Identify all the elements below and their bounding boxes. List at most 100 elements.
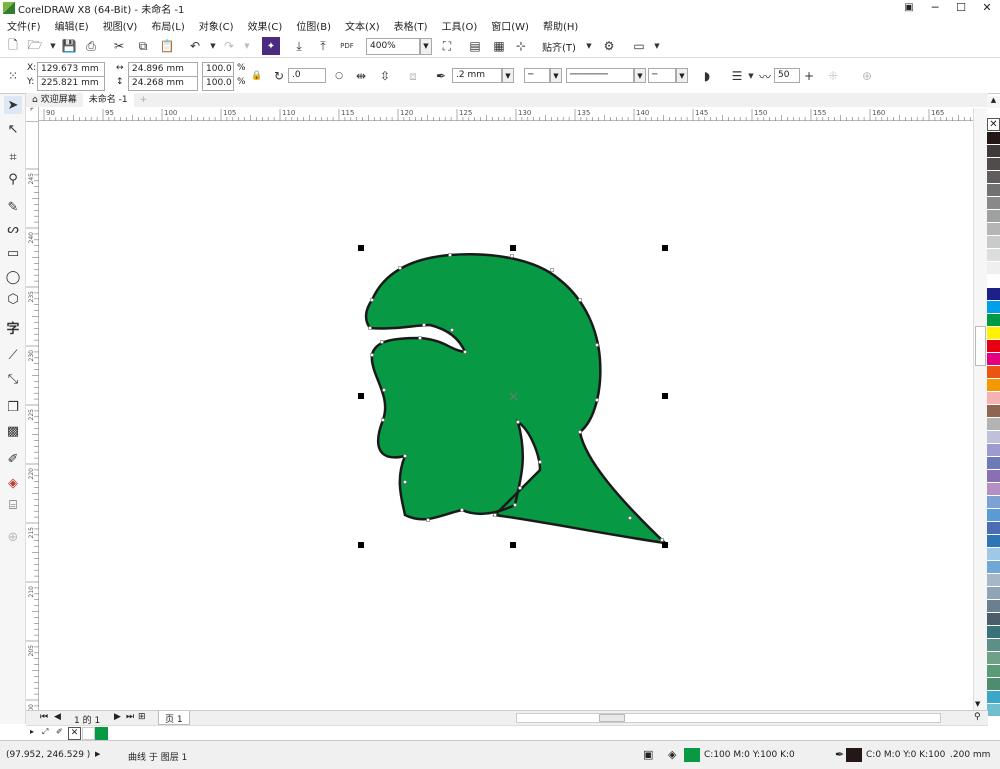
palette-swatch[interactable] — [987, 509, 1000, 522]
curve-node[interactable] — [403, 454, 407, 458]
doc-palette-eyedropper-icon[interactable]: ⤢ — [42, 727, 48, 737]
zoom-dropdown-icon[interactable]: ▼ — [420, 38, 432, 55]
curve-node[interactable] — [370, 298, 374, 302]
tab-document[interactable]: 未命名 -1 — [82, 93, 134, 107]
horizontal-scrollbar[interactable] — [516, 713, 941, 723]
application-launcher-icon[interactable]: ▭ — [630, 37, 648, 55]
smoothing-slider-icon[interactable]: + — [800, 67, 818, 85]
curve-node[interactable] — [370, 353, 374, 357]
selection-handle[interactable] — [662, 542, 668, 548]
cut-icon[interactable]: ✂ — [110, 37, 128, 55]
end-arrowhead-select[interactable]: ─ — [648, 68, 676, 83]
menu-effects[interactable]: 效果(C) — [241, 18, 290, 33]
end-arrowhead-dropdown-icon[interactable]: ▼ — [676, 68, 688, 83]
palette-swatch[interactable] — [987, 249, 1000, 262]
scale-y-field[interactable]: 100.0 — [202, 76, 234, 91]
rotation-angle-field[interactable]: .0 — [288, 68, 326, 83]
object-origin-icon[interactable]: ⁙ — [4, 67, 22, 85]
redo-dropdown-icon[interactable]: ▼ — [238, 37, 256, 55]
selection-handle[interactable] — [358, 245, 364, 251]
mirror-vertical-icon[interactable]: ⇳ — [376, 67, 394, 85]
add-property-icon[interactable]: ⊕ — [858, 67, 876, 85]
palette-swatch[interactable] — [987, 145, 1000, 158]
outline-width-dropdown-icon[interactable]: ▼ — [502, 68, 514, 83]
palette-swatch[interactable] — [987, 652, 1000, 665]
menu-help[interactable]: 帮助(H) — [536, 18, 585, 33]
palette-swatch[interactable] — [987, 457, 1000, 470]
show-guidelines-icon[interactable]: ⊹ — [512, 37, 530, 55]
copy-icon[interactable]: ⧉ — [134, 37, 152, 55]
menu-view[interactable]: 视图(V) — [96, 18, 145, 33]
first-page-icon[interactable]: ⏮ — [40, 712, 48, 722]
show-grid-icon[interactable]: ▦ — [490, 37, 508, 55]
menu-object[interactable]: 对象(C) — [192, 18, 241, 33]
rectangle-tool-icon[interactable]: ▭ — [4, 244, 22, 262]
launcher-dropdown-icon[interactable]: ▼ — [648, 37, 666, 55]
print-icon[interactable]: ⎙ — [82, 37, 100, 55]
curve-node[interactable] — [510, 254, 514, 258]
y-position-field[interactable]: 225.821 mm — [37, 76, 105, 91]
add-page-icon[interactable]: ⊞ — [138, 712, 146, 722]
palette-swatch[interactable] — [987, 678, 1000, 691]
new-document-icon[interactable]: 🗋 — [4, 37, 22, 55]
palette-swatch[interactable] — [987, 197, 1000, 210]
save-icon[interactable]: 💾 — [60, 37, 78, 55]
doc-palette-pen-icon[interactable]: ✐ — [56, 727, 63, 736]
horizontal-ruler[interactable]: 90 95 100 105 110 115 120 125 130 135 140 145 150 155… — [39, 107, 987, 121]
curve-node[interactable] — [382, 388, 386, 392]
palette-swatch[interactable] — [987, 301, 1000, 314]
palette-swatch[interactable] — [987, 522, 1000, 535]
ellipse-tool-icon[interactable]: ◯ — [4, 268, 22, 286]
color-proof-icon[interactable]: ▣ — [643, 748, 653, 761]
vertical-scrollbar[interactable]: ▼ — [973, 108, 987, 712]
menu-bitmaps[interactable]: 位图(B) — [289, 18, 338, 33]
palette-swatch[interactable] — [987, 392, 1000, 405]
transparency-tool-icon[interactable]: ▩ — [4, 422, 22, 440]
curve-node[interactable] — [448, 253, 452, 257]
palette-swatch[interactable] — [987, 210, 1000, 223]
palette-swatch[interactable] — [987, 327, 1000, 340]
palette-swatch[interactable] — [987, 314, 1000, 327]
new-tab-button[interactable]: + — [134, 93, 154, 107]
smart-fill-tool-icon[interactable]: ⌸ — [4, 496, 22, 514]
palette-swatch[interactable] — [987, 496, 1000, 509]
fill-color-swatch[interactable] — [684, 748, 700, 762]
paste-icon[interactable]: 📋 — [158, 37, 176, 55]
palette-swatch[interactable] — [987, 379, 1000, 392]
outline-color-swatch[interactable] — [846, 748, 862, 762]
palette-scroll-up-icon[interactable]: ▲ — [987, 96, 1000, 108]
scale-x-field[interactable]: 100.0 — [202, 62, 234, 77]
width-field[interactable]: 24.896 mm — [128, 62, 198, 77]
curve-node[interactable] — [538, 460, 542, 464]
curve-node[interactable] — [381, 418, 385, 422]
curve-node[interactable] — [368, 326, 372, 330]
x-position-field[interactable]: 129.673 mm — [37, 62, 105, 77]
parallel-dimension-tool-icon[interactable]: ⟋ — [4, 346, 22, 364]
vertical-ruler[interactable]: 245 240 235 230 225 220 215 210 205 200 — [26, 107, 39, 710]
doc-palette-menu-icon[interactable]: ▸ — [30, 727, 34, 736]
selection-handle[interactable] — [358, 393, 364, 399]
options-gear-icon[interactable]: ⚙ — [600, 37, 618, 55]
palette-swatch[interactable] — [987, 275, 1000, 288]
palette-swatch[interactable] — [987, 444, 1000, 457]
doc-no-color-swatch-icon[interactable]: ✕ — [68, 727, 81, 740]
snap-to-menu[interactable]: 贴齐(T) — [542, 39, 576, 54]
publish-pdf-icon[interactable]: PDF — [338, 37, 356, 55]
selection-handle[interactable] — [358, 542, 364, 548]
palette-swatch[interactable] — [987, 184, 1000, 197]
drop-shadow-tool-icon[interactable]: ❐ — [4, 398, 22, 416]
add-tool-icon[interactable]: ⊕ — [4, 528, 22, 546]
scroll-down-icon[interactable]: ▼ — [975, 700, 980, 708]
curve-node[interactable] — [422, 323, 426, 327]
menu-window[interactable]: 窗口(W) — [484, 18, 536, 33]
curve-node[interactable] — [398, 266, 402, 270]
tab-welcome-screen[interactable]: ⌂ 欢迎屏幕 — [26, 93, 83, 107]
outline-position-icon[interactable]: ⁜ — [824, 67, 842, 85]
horizontal-scroll-thumb[interactable] — [599, 714, 625, 722]
maximize-button[interactable]: ☐ — [948, 0, 974, 16]
palette-swatch[interactable] — [987, 353, 1000, 366]
curve-node[interactable] — [513, 503, 517, 507]
palette-swatch[interactable] — [987, 262, 1000, 275]
palette-swatch[interactable] — [987, 405, 1000, 418]
palette-swatch[interactable] — [987, 340, 1000, 353]
